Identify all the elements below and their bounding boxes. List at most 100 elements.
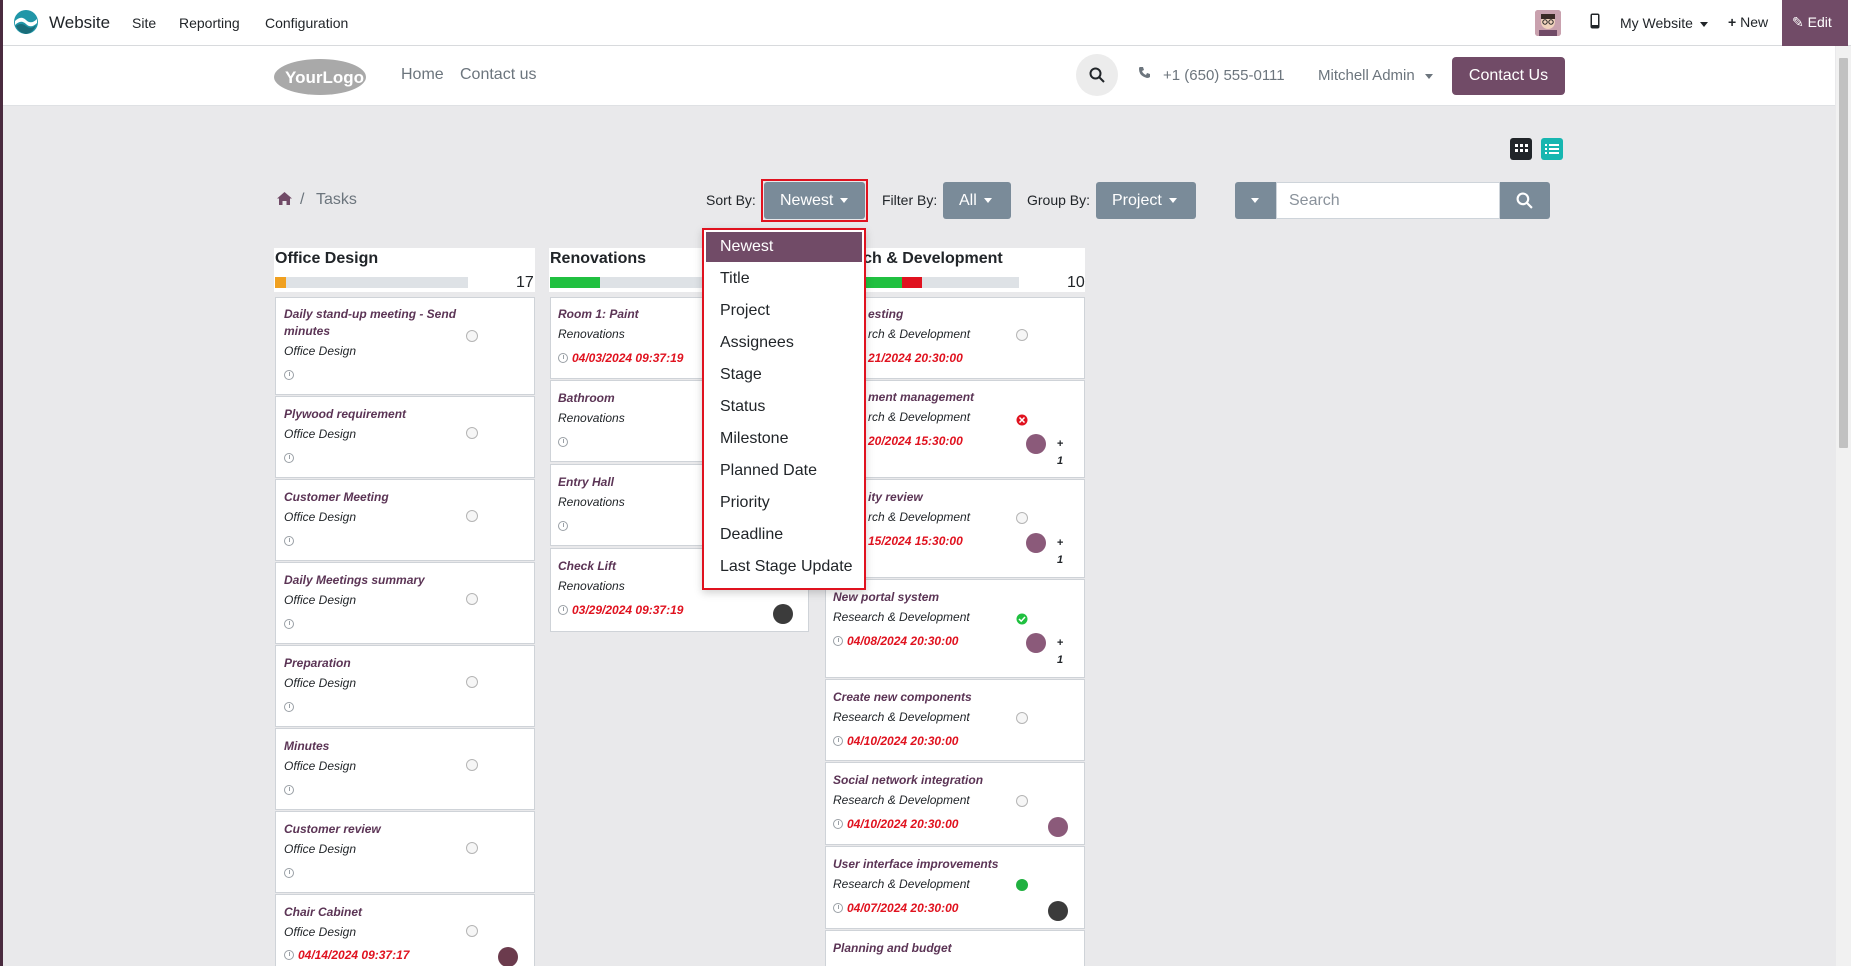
assignee-avatar[interactable]	[1048, 901, 1068, 921]
task-project: rch & Development	[868, 327, 971, 341]
status-dot-green[interactable]	[1016, 879, 1028, 891]
task-title[interactable]: Bathroom	[558, 390, 615, 407]
status-dot[interactable]	[466, 676, 478, 688]
task-title[interactable]: Daily stand-up meeting - Send minutes	[284, 306, 464, 340]
assignee-avatar[interactable]	[1026, 633, 1046, 653]
status-dot[interactable]	[466, 842, 478, 854]
task-title[interactable]: Preparation	[284, 655, 351, 672]
search-options-toggle[interactable]	[1235, 182, 1276, 219]
task-title[interactable]: Minutes	[284, 738, 329, 755]
website-app-icon[interactable]	[13, 9, 39, 35]
task-card[interactable]: Plywood requirement Office Design	[275, 396, 535, 478]
your-logo[interactable]: YourLogo	[272, 56, 368, 98]
search-input[interactable]: Search	[1276, 182, 1500, 219]
user-avatar[interactable]	[1535, 10, 1561, 36]
task-title[interactable]: Daily Meetings summary	[284, 572, 425, 589]
progress-segment[interactable]	[902, 277, 922, 288]
task-card[interactable]: New portal system Research & Development…	[825, 579, 1085, 678]
task-title[interactable]: Planning and budget	[833, 940, 952, 957]
task-title[interactable]: Room 1: Paint	[558, 306, 639, 323]
sort-option-assignees[interactable]: Assignees	[706, 328, 862, 358]
list-view-button[interactable]	[1541, 138, 1563, 160]
nav-home[interactable]: Home	[401, 66, 444, 84]
task-title[interactable]: New portal system	[833, 589, 939, 606]
assignee-avatar[interactable]	[773, 604, 793, 624]
sort-option-last-stage-update[interactable]: Last Stage Update	[706, 552, 862, 582]
task-card[interactable]: User interface improvements Research & D…	[825, 846, 1085, 929]
task-card[interactable]: Social network integration Research & De…	[825, 762, 1085, 845]
sort-option-stage[interactable]: Stage	[706, 360, 862, 390]
menu-site[interactable]: Site	[132, 15, 156, 31]
status-dot[interactable]	[1016, 329, 1028, 341]
task-title[interactable]: Create new components	[833, 689, 972, 706]
task-card[interactable]: Chair Cabinet Office Design 04/14/2024 0…	[275, 894, 535, 966]
status-dot[interactable]	[466, 330, 478, 342]
sort-option-status[interactable]: Status	[706, 392, 862, 422]
search-submit-button[interactable]	[1500, 182, 1550, 219]
status-dot[interactable]	[466, 593, 478, 605]
group-by-button[interactable]: Project	[1096, 182, 1196, 219]
scrollbar-thumb[interactable]	[1839, 58, 1848, 448]
header-search-button[interactable]	[1076, 54, 1118, 96]
status-dot[interactable]	[466, 925, 478, 937]
assignee-avatar[interactable]	[1048, 817, 1068, 837]
status-dot[interactable]	[1016, 712, 1028, 724]
sort-option-title[interactable]: Title	[706, 264, 862, 294]
task-card[interactable]: Customer review Office Design	[275, 811, 535, 893]
task-card[interactable]: Daily stand-up meeting - Send minutes Of…	[275, 297, 535, 395]
task-title[interactable]: Check Lift	[558, 558, 616, 575]
task-title[interactable]: Chair Cabinet	[284, 904, 362, 921]
status-dot[interactable]	[466, 427, 478, 439]
task-title[interactable]: User interface improvements	[833, 856, 998, 873]
contact-us-button[interactable]: Contact Us	[1452, 57, 1565, 95]
assignee-avatar[interactable]	[1026, 533, 1046, 553]
menu-reporting[interactable]: Reporting	[179, 15, 240, 31]
task-card[interactable]: Customer Meeting Office Design	[275, 479, 535, 561]
task-card[interactable]: Planning and budget	[825, 930, 1085, 966]
task-title[interactable]: Entry Hall	[558, 474, 614, 491]
status-dot[interactable]	[1016, 512, 1028, 524]
status-dot[interactable]	[466, 510, 478, 522]
sort-option-project[interactable]: Project	[706, 296, 862, 326]
mobile-preview-icon[interactable]	[1590, 13, 1600, 34]
sort-option-priority[interactable]: Priority	[706, 488, 862, 518]
sort-option-deadline[interactable]: Deadline	[706, 520, 862, 550]
status-dot[interactable]	[466, 759, 478, 771]
phone-icon	[1138, 66, 1151, 82]
task-title[interactable]: esting	[868, 306, 903, 323]
task-title[interactable]: ity review	[868, 489, 923, 506]
sort-option-newest[interactable]: Newest	[706, 232, 862, 262]
new-button[interactable]: + New	[1728, 14, 1768, 30]
status-dot[interactable]	[1016, 795, 1028, 807]
task-title[interactable]: Customer Meeting	[284, 489, 389, 506]
task-card[interactable]: Create new components Research & Develop…	[825, 679, 1085, 761]
column-progress-bar[interactable]	[275, 277, 468, 288]
kanban-view-button[interactable]	[1510, 138, 1532, 160]
sort-option-planned-date[interactable]: Planned Date	[706, 456, 862, 486]
nav-contact-us[interactable]: Contact us	[460, 66, 536, 84]
sort-option-milestone[interactable]: Milestone	[706, 424, 862, 454]
task-card[interactable]: Daily Meetings summary Office Design	[275, 562, 535, 644]
menu-configuration[interactable]: Configuration	[265, 15, 348, 31]
app-name[interactable]: Website	[49, 13, 110, 33]
task-card[interactable]: Preparation Office Design	[275, 645, 535, 727]
progress-segment[interactable]	[275, 277, 286, 288]
filter-by-button[interactable]: All	[943, 182, 1011, 219]
progress-segment[interactable]	[866, 277, 902, 288]
home-icon[interactable]	[277, 192, 292, 208]
task-title[interactable]: Plywood requirement	[284, 406, 406, 423]
clock-icon	[833, 819, 843, 829]
task-card[interactable]: Minutes Office Design	[275, 728, 535, 810]
edit-button[interactable]: ✎ Edit	[1782, 0, 1848, 46]
my-website-dropdown[interactable]: My Website	[1620, 15, 1708, 31]
task-title[interactable]: Social network integration	[833, 772, 983, 789]
assignee-avatar[interactable]	[498, 947, 518, 966]
user-menu[interactable]: Mitchell Admin	[1318, 67, 1433, 84]
task-title[interactable]: Customer review	[284, 821, 381, 838]
phone-number[interactable]: +1 (650) 555-0111	[1163, 67, 1285, 84]
blocked-status-icon[interactable]	[1016, 414, 1028, 426]
assignee-avatar[interactable]	[1026, 434, 1046, 454]
progress-segment[interactable]	[550, 277, 600, 288]
task-title[interactable]: ment management	[868, 389, 974, 406]
done-status-icon[interactable]	[1016, 613, 1028, 625]
